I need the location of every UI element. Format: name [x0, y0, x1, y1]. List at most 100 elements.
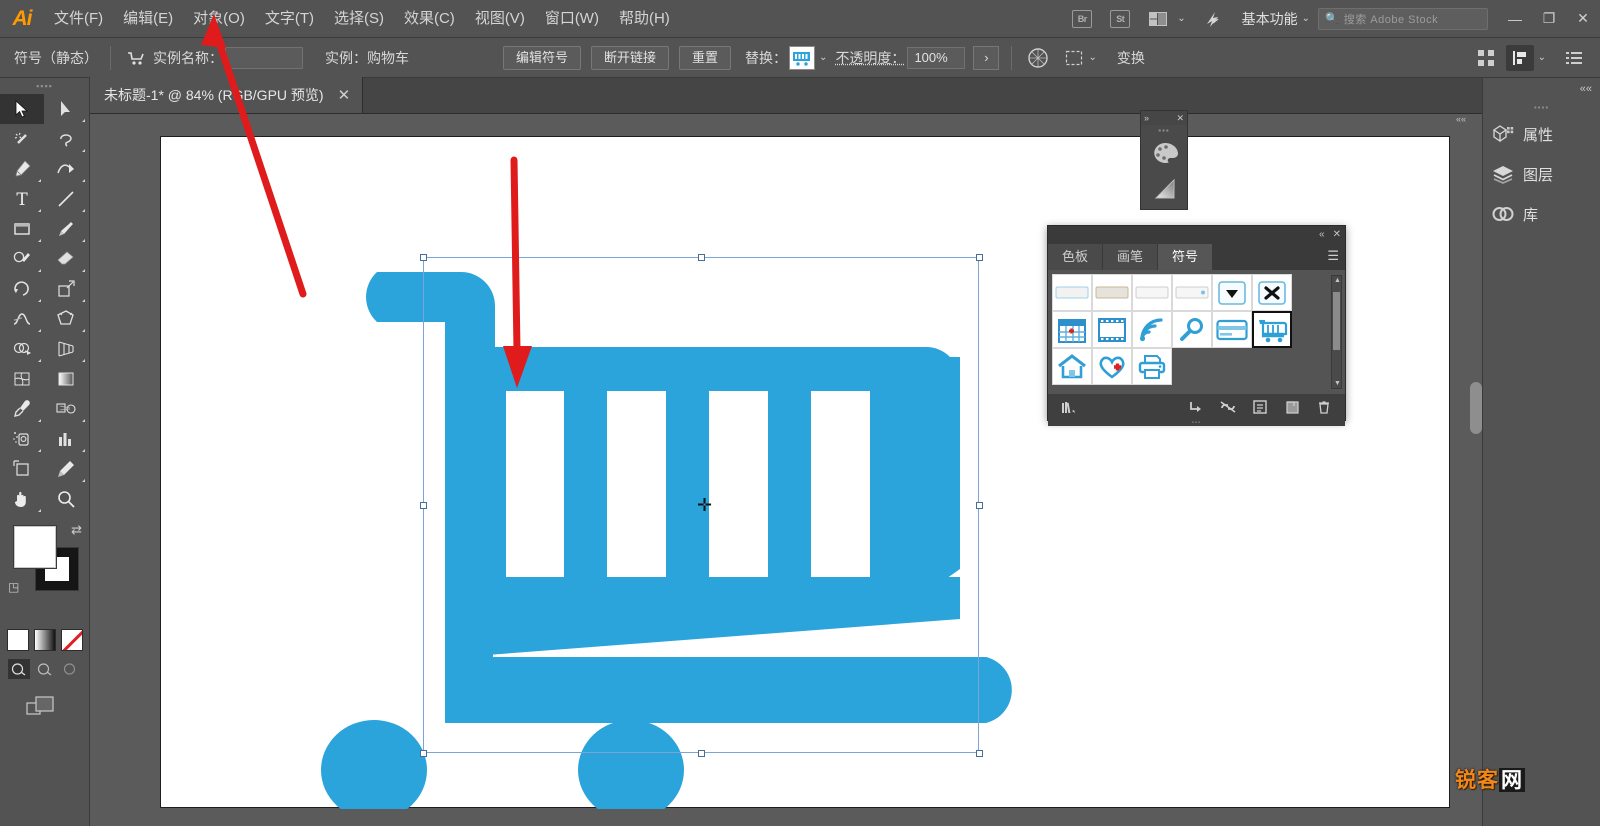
symbol-bar-1[interactable]: [1052, 274, 1092, 311]
column-graph-tool[interactable]: [44, 424, 88, 454]
menu-help[interactable]: 帮助(H): [609, 0, 680, 38]
workspace-switcher[interactable]: 基本功能: [1242, 9, 1298, 29]
align-chevron-down-icon[interactable]: ⌄: [1538, 52, 1546, 63]
scale-tool[interactable]: [44, 274, 88, 304]
right-dock-collapse-icon[interactable]: ««: [1483, 78, 1600, 100]
opacity-expand-button[interactable]: ›: [973, 46, 999, 70]
fill-swatch[interactable]: [14, 526, 56, 568]
delete-symbol-button[interactable]: [1309, 396, 1339, 418]
mesh-tool[interactable]: [0, 364, 44, 394]
eraser-tool[interactable]: [44, 244, 88, 274]
symbol-libraries-button[interactable]: [1054, 396, 1084, 418]
type-tool[interactable]: T: [0, 184, 44, 214]
symbol-heart[interactable]: [1092, 348, 1132, 385]
symbol-film[interactable]: [1092, 311, 1132, 348]
reset-button[interactable]: 重置: [679, 46, 731, 70]
selection-handle-tl[interactable]: [420, 254, 427, 261]
color-fill-button[interactable]: [7, 629, 29, 651]
stock-button[interactable]: St: [1105, 7, 1135, 31]
arrange-chevron-down-icon[interactable]: ⌄: [1177, 13, 1185, 24]
menu-file[interactable]: 文件(F): [44, 0, 113, 38]
selection-handle-bl[interactable]: [420, 750, 427, 757]
drawing-mode-buttons[interactable]: [0, 693, 89, 719]
shaper-tool[interactable]: [0, 244, 44, 274]
align-panel-icon[interactable]: [1506, 45, 1534, 71]
symbol-bar-2[interactable]: [1092, 274, 1132, 311]
edit-symbol-button[interactable]: 编辑符号: [503, 46, 581, 70]
eyedropper-tool[interactable]: [0, 394, 44, 424]
opacity-label[interactable]: 不透明度：: [835, 48, 905, 68]
new-symbol-button[interactable]: [1277, 396, 1307, 418]
selection-handle-bc[interactable]: [698, 750, 705, 757]
tab-symbols[interactable]: 符号: [1158, 244, 1212, 270]
canvas-collapse-icon[interactable]: ««: [1456, 114, 1466, 124]
symbol-card[interactable]: [1212, 311, 1252, 348]
replace-symbol-swatch[interactable]: [789, 46, 815, 70]
symbols-panel-close-icon[interactable]: ✕: [1333, 229, 1341, 240]
close-icon[interactable]: ✕: [338, 86, 351, 104]
opacity-input[interactable]: 100%: [907, 47, 965, 69]
menu-view[interactable]: 视图(V): [465, 0, 535, 38]
dock-item-properties[interactable]: 属性: [1483, 114, 1600, 154]
break-link-button[interactable]: 断开链接: [591, 46, 669, 70]
close-button[interactable]: ✕: [1566, 0, 1600, 38]
symbol-close[interactable]: [1252, 274, 1292, 311]
line-segment-tool[interactable]: [44, 184, 88, 214]
dock-item-libraries[interactable]: 库: [1483, 194, 1600, 234]
selection-chevron-down-icon[interactable]: ⌄: [1088, 52, 1096, 63]
symbol-wifi[interactable]: [1132, 311, 1172, 348]
none-fill-button[interactable]: [61, 629, 83, 651]
transform-label[interactable]: 变换: [1117, 48, 1145, 68]
symbols-panel-resize-grip[interactable]: ▪▪▪: [1048, 420, 1345, 426]
menu-select[interactable]: 选择(S): [324, 0, 394, 38]
scroll-down-icon[interactable]: ▼: [1334, 380, 1341, 387]
symbols-panel-menu-icon[interactable]: ☰: [1327, 248, 1339, 264]
symbols-panel-scrollbar[interactable]: ▲ ▼: [1331, 275, 1342, 389]
restore-button[interactable]: ❐: [1532, 0, 1566, 38]
scroll-up-icon[interactable]: ▲: [1334, 277, 1341, 284]
selection-handle-tc[interactable]: [698, 254, 705, 261]
arrange-grid-icon[interactable]: [1472, 45, 1500, 71]
slice-tool[interactable]: [44, 454, 88, 484]
symbols-panel-titlebar[interactable]: « ✕: [1048, 226, 1345, 242]
break-link-button[interactable]: [1213, 396, 1243, 418]
color-panel-icon[interactable]: [1141, 135, 1189, 171]
tab-brushes[interactable]: 画笔: [1103, 244, 1157, 270]
hand-tool[interactable]: [0, 484, 44, 514]
screen-mode-fullscreen-icon[interactable]: [60, 659, 82, 679]
symbol-options-button[interactable]: [1245, 396, 1275, 418]
curvature-tool[interactable]: [44, 154, 88, 184]
bridge-button[interactable]: Br: [1067, 7, 1097, 31]
menu-effect[interactable]: 效果(C): [394, 0, 465, 38]
blend-tool[interactable]: [44, 394, 88, 424]
symbol-printer[interactable]: [1132, 348, 1172, 385]
right-dock-grip[interactable]: ▪▪▪▪: [1483, 100, 1600, 114]
workspace-chevron-down-icon[interactable]: ⌄: [1302, 13, 1310, 24]
mini-panel-grip[interactable]: ▪▪▪: [1141, 125, 1187, 135]
recolor-artwork-icon[interactable]: [1024, 45, 1052, 71]
free-transform-tool[interactable]: [44, 304, 88, 334]
panel-list-icon[interactable]: [1560, 45, 1588, 71]
symbol-home[interactable]: [1052, 348, 1092, 385]
selection-handle-ml[interactable]: [420, 502, 427, 509]
symbol-dropdown[interactable]: [1212, 274, 1252, 311]
instance-name-input[interactable]: [225, 47, 303, 69]
menu-edit[interactable]: 编辑(E): [113, 0, 183, 38]
gradient-fill-button[interactable]: [34, 629, 56, 651]
default-fill-stroke-icon[interactable]: ◳: [8, 580, 19, 594]
artboard-tool[interactable]: [0, 454, 44, 484]
menu-window[interactable]: 窗口(W): [535, 0, 609, 38]
symbol-bar-3[interactable]: [1132, 274, 1172, 311]
minimize-button[interactable]: —: [1498, 0, 1532, 38]
symbol-search[interactable]: [1172, 311, 1212, 348]
symbol-sprayer-tool[interactable]: [0, 424, 44, 454]
symbol-calendar[interactable]: [1052, 311, 1092, 348]
perspective-grid-tool[interactable]: [44, 334, 88, 364]
rectangle-tool[interactable]: [0, 214, 44, 244]
selection-handle-br[interactable]: [976, 750, 983, 757]
menu-object[interactable]: 对象(O): [183, 0, 255, 38]
arrange-documents-icon[interactable]: [1143, 7, 1173, 31]
document-tab[interactable]: 未标题-1* @ 84% (RGB/GPU 预览) ✕: [90, 77, 363, 113]
swap-fill-stroke-icon[interactable]: ⇄: [71, 522, 82, 538]
mini-panel-collapse-icon[interactable]: »: [1144, 113, 1149, 123]
